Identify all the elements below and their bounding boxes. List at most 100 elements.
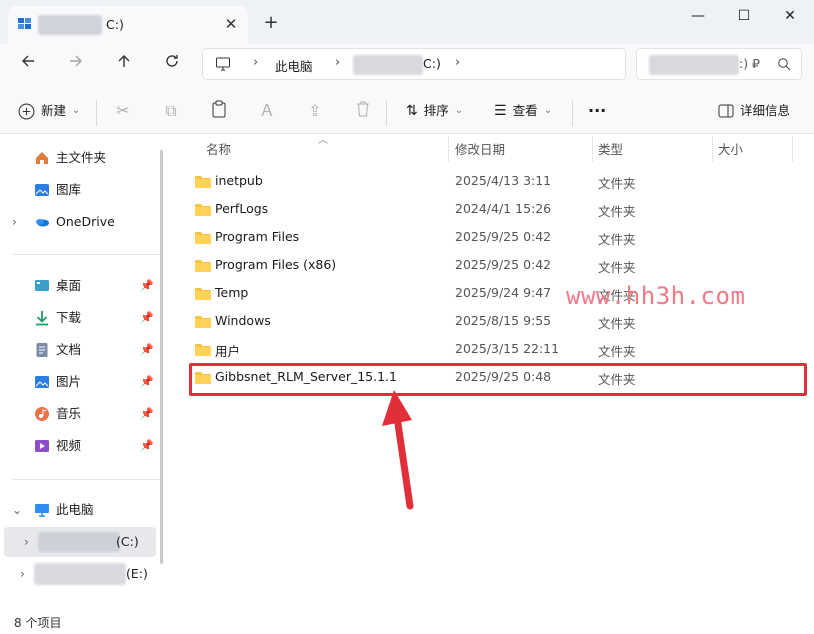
folder-icon <box>195 232 211 244</box>
sidebar-item-desktop[interactable]: 桌面 📌 <box>0 271 156 301</box>
column-header-modified[interactable]: 修改日期 <box>455 140 505 164</box>
file-modified: 2025/8/15 9:55 <box>455 313 552 328</box>
sidebar-item-this-pc[interactable]: ⌄ 此电脑 <box>0 495 156 525</box>
up-button[interactable] <box>112 52 136 76</box>
column-divider[interactable] <box>792 136 793 162</box>
sidebar-item-label: 音乐 <box>56 406 82 421</box>
chevron-down-icon[interactable]: ⌄ <box>12 495 22 525</box>
tab-drive-c[interactable]: C:) ✕ <box>8 6 248 44</box>
pin-icon[interactable]: 📌 <box>140 335 154 365</box>
sidebar-item-gallery[interactable]: 图库 <box>0 175 156 205</box>
minimize-button[interactable]: — <box>680 4 716 28</box>
chevron-right-icon[interactable]: › <box>24 527 29 557</box>
file-row[interactable]: Program Files (x86) 2025/9/25 0:42 文件夹 <box>190 252 802 280</box>
sidebar-item-label: OneDrive <box>56 214 115 229</box>
file-row[interactable]: 用户 2025/3/15 22:11 文件夹 <box>190 336 802 364</box>
sort-icon: ⇅ <box>406 103 418 119</box>
pin-icon[interactable]: 📌 <box>140 431 154 461</box>
file-name: Program Files <box>215 229 300 244</box>
more-options-button[interactable]: ··· <box>588 96 606 126</box>
paste-button[interactable] <box>208 100 230 122</box>
share-icon: ⇪ <box>308 101 322 120</box>
copy-button[interactable]: ⧉ <box>160 100 182 122</box>
pin-icon[interactable]: 📌 <box>140 303 154 333</box>
sidebar-item-label: 视频 <box>56 438 82 453</box>
breadcrumb-separator: › <box>335 55 341 70</box>
maximize-button[interactable]: ☐ <box>726 4 762 28</box>
close-window-button[interactable]: ✕ <box>772 4 808 28</box>
sort-button[interactable]: ⇅ 排序 ⌄ <box>406 96 463 126</box>
sidebar-item-videos[interactable]: 视频 📌 <box>0 431 156 461</box>
cut-button[interactable]: ✂ <box>112 100 134 122</box>
copy-icon: ⧉ <box>165 101 177 120</box>
new-button[interactable]: 新建 ⌄ <box>18 96 80 126</box>
gallery-icon <box>35 184 49 196</box>
file-name: PerfLogs <box>215 201 269 216</box>
rename-button[interactable]: Ａ <box>256 100 278 122</box>
delete-button[interactable] <box>352 100 374 122</box>
breadcrumb-drive[interactable]: C:) <box>423 56 441 71</box>
sidebar-item-drive-c[interactable]: › (C:) <box>4 527 156 557</box>
file-row[interactable]: Program Files 2025/9/25 0:42 文件夹 <box>190 224 802 252</box>
column-divider[interactable] <box>448 136 449 162</box>
sidebar-item-onedrive[interactable]: › OneDrive <box>0 207 156 237</box>
file-name: Program Files (x86) <box>215 257 337 272</box>
file-row[interactable]: Windows 2025/8/15 9:55 文件夹 <box>190 308 802 336</box>
tab-title: C:) <box>106 17 124 32</box>
file-modified: 2025/3/15 22:11 <box>455 341 560 356</box>
sort-label: 排序 <box>423 103 449 118</box>
scissors-icon: ✂ <box>116 101 130 120</box>
breadcrumb-separator: › <box>253 55 259 70</box>
address-bar[interactable]: › 此电脑 › C:) › <box>202 48 626 80</box>
forward-button[interactable] <box>64 52 88 76</box>
column-header-name[interactable]: 名称 <box>206 140 231 164</box>
file-type: 文件夹 <box>598 176 636 191</box>
refresh-button[interactable] <box>160 52 184 76</box>
chevron-right-icon[interactable]: › <box>20 559 25 589</box>
document-icon <box>36 343 48 357</box>
plus-circle-icon <box>18 103 35 119</box>
sidebar-item-drive-e[interactable]: › (E:) <box>0 559 156 589</box>
clipboard-icon <box>212 100 226 118</box>
sidebar-item-pictures[interactable]: 图片 📌 <box>0 367 156 397</box>
breadcrumb-this-pc[interactable]: 此电脑 <box>275 56 313 75</box>
sidebar-item-documents[interactable]: 文档 📌 <box>0 335 156 365</box>
file-name: 用户 <box>215 344 241 359</box>
sidebar-item-label: 文档 <box>56 342 82 357</box>
file-type: 文件夹 <box>598 232 636 247</box>
pin-icon[interactable]: 📌 <box>140 271 154 301</box>
share-button[interactable]: ⇪ <box>304 100 326 122</box>
back-button[interactable] <box>16 52 40 76</box>
sidebar-item-label: 图片 <box>56 374 82 389</box>
column-divider[interactable] <box>592 136 593 162</box>
search-placeholder: :) ₽ <box>739 56 761 71</box>
file-row[interactable]: PerfLogs 2024/4/1 15:26 文件夹 <box>190 196 802 224</box>
home-icon <box>36 152 48 164</box>
new-label: 新建 <box>41 103 67 118</box>
sidebar-scrollbar[interactable] <box>160 150 163 564</box>
new-tab-button[interactable]: + <box>262 14 280 32</box>
toolbar-divider <box>572 100 573 126</box>
pin-icon[interactable]: 📌 <box>140 399 154 429</box>
pin-icon[interactable]: 📌 <box>140 367 154 397</box>
column-header-size[interactable]: 大小 <box>718 140 743 164</box>
sidebar-item-music[interactable]: 音乐 📌 <box>0 399 156 429</box>
file-type: 文件夹 <box>598 204 636 219</box>
arrow-up-icon <box>118 55 130 67</box>
download-icon <box>36 311 48 326</box>
file-row[interactable]: inetpub 2025/4/13 3:11 文件夹 <box>190 168 802 196</box>
redacted-drive-label <box>38 15 102 35</box>
sidebar-item-home[interactable]: 主文件夹 <box>0 143 156 173</box>
sidebar-item-downloads[interactable]: 下载 📌 <box>0 303 156 333</box>
search-box[interactable]: :) ₽ <box>636 48 802 80</box>
details-pane-button[interactable]: 详细信息 <box>718 96 790 126</box>
view-button[interactable]: ☰ 查看 ⌄ <box>494 96 552 126</box>
chevron-down-icon: ⌄ <box>454 105 464 116</box>
close-tab-icon[interactable]: ✕ <box>222 15 240 33</box>
sidebar-item-label: (C:) <box>116 534 139 549</box>
column-divider[interactable] <box>712 136 713 162</box>
view-label: 查看 <box>512 103 538 118</box>
desktop-icon <box>35 280 49 291</box>
column-header-type[interactable]: 类型 <box>598 140 623 164</box>
chevron-right-icon[interactable]: › <box>12 207 17 237</box>
